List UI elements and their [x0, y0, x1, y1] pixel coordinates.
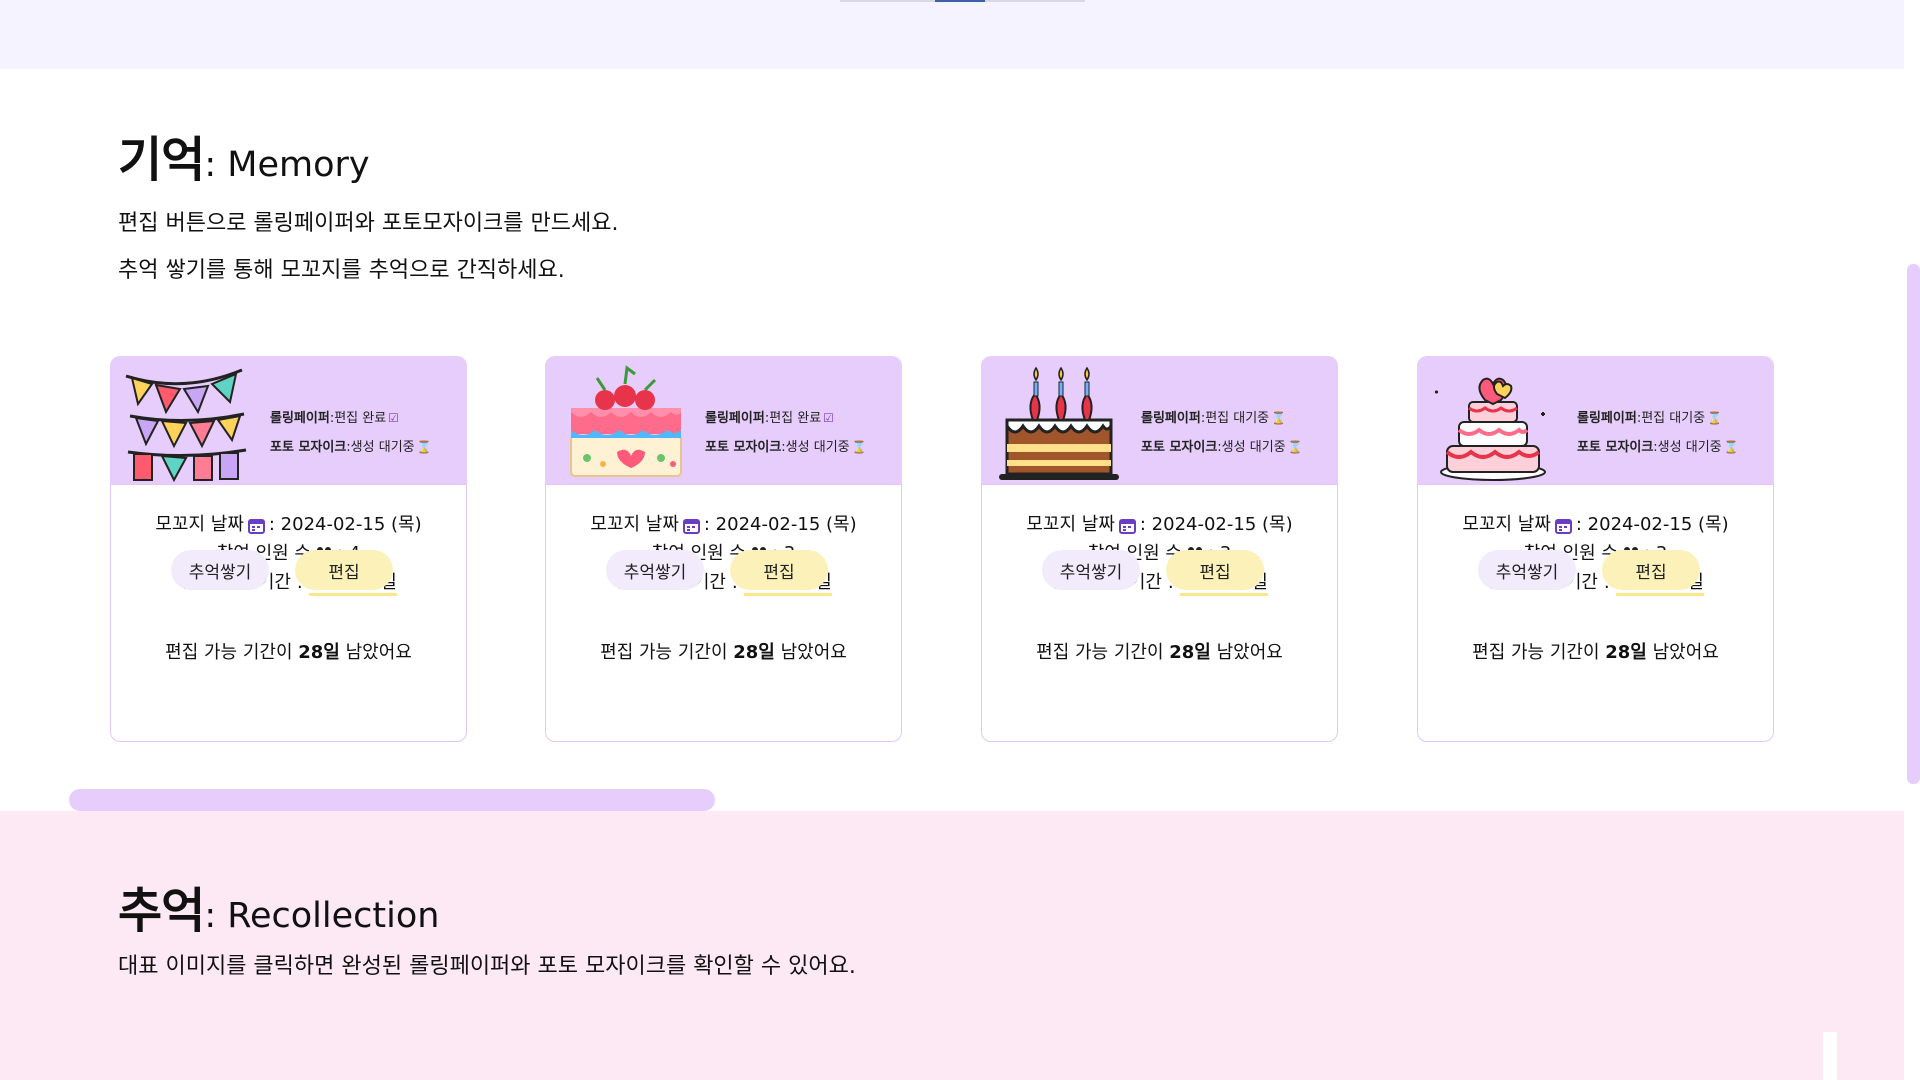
- card-header: 롤링페이퍼:편집 완료 ☑ 포토 모자이크:생성 대기중 ⌛: [110, 356, 467, 484]
- photo-mosaic-status: 포토 모자이크:생성 대기중 ⌛: [1141, 440, 1303, 455]
- memory-section-title: 기억: Memory: [118, 132, 370, 188]
- cherry-cake-icon[interactable]: [557, 364, 687, 482]
- cards-horizontal-scrollbar[interactable]: [69, 789, 715, 811]
- memory-card: 롤링페이퍼:편집 대기중 ⌛ 포토 모자이크:생성 대기중 ⌛ 모꼬지 날짜: 20…: [981, 356, 1338, 742]
- photo-mosaic-status: 포토 모자이크:생성 대기중 ⌛: [705, 440, 867, 455]
- memory-description-1: 편집 버튼으로 롤링페이퍼와 포토모자이크를 만드세요.: [118, 211, 619, 236]
- top-band: [0, 0, 1904, 69]
- content-placeholder: [1823, 1032, 1837, 1080]
- participants-line: 참여 인원 수: 3: [1418, 539, 1773, 565]
- date-line: 모꼬지 날짜: 2024-02-15 (목): [1026, 514, 1293, 535]
- page-vertical-scrollbar[interactable]: [1907, 264, 1920, 784]
- birthday-cake-icon[interactable]: [993, 364, 1123, 482]
- card-body: 모꼬지 날짜: 2024-02-15 (목) 참여 인원 수: 3 편집 가능 …: [545, 484, 902, 742]
- card-body: 모꼬지 날짜: 2024-02-15 (목) 참여 인원 수: 3 편집 가능 …: [1417, 484, 1774, 742]
- card-header: 롤링페이퍼:편집 대기중 ⌛ 포토 모자이크:생성 대기중 ⌛: [1417, 356, 1774, 484]
- hourglass-icon: ⌛: [1723, 440, 1739, 454]
- calendar-icon: [1554, 518, 1572, 534]
- hourglass-icon: ⌛: [416, 440, 432, 454]
- rolling-paper-status: 롤링페이퍼:편집 완료 ☑: [705, 411, 834, 426]
- date-line: 모꼬지 날짜: 2024-02-15 (목): [155, 514, 422, 535]
- period-line: 편집 가능 기간 : ~3월 15일: [982, 568, 1337, 596]
- recollection-section-title: 추억: Recollection: [118, 883, 440, 939]
- calendar-icon: [682, 518, 700, 534]
- photo-mosaic-status: 포토 모자이크:생성 대기중 ⌛: [1577, 440, 1739, 455]
- check-icon: ☑: [388, 411, 399, 425]
- calendar-icon: [247, 518, 265, 534]
- card-body: 모꼬지 날짜: 2024-02-15 (목) 참여 인원 수: 4 편집 가능 …: [110, 484, 467, 742]
- memory-button[interactable]: 추억쌓기: [606, 550, 704, 590]
- active-tab-indicator: [935, 0, 985, 2]
- memory-card: 롤링페이퍼:편집 완료 ☑ 포토 모자이크:생성 대기중 ⌛ 모꼬지 날짜: 202…: [110, 356, 467, 742]
- edit-button[interactable]: 편집: [295, 550, 393, 590]
- remaining-line: 편집 가능 기간이 28일 남았어요: [600, 642, 847, 663]
- rolling-paper-status: 롤링페이퍼:편집 대기중 ⌛: [1141, 411, 1287, 426]
- memory-description-2: 추억 쌓기를 통해 모꼬지를 추억으로 간직하세요.: [118, 258, 565, 283]
- card-body: 모꼬지 날짜: 2024-02-15 (목) 참여 인원 수: 3 편집 가능 …: [981, 484, 1338, 742]
- hourglass-icon: ⌛: [1707, 411, 1723, 425]
- period-line: 편집 가능 기간 : ~3월 15일: [546, 568, 901, 596]
- calendar-icon: [1118, 518, 1136, 534]
- photo-mosaic-status: 포토 모자이크:생성 대기중 ⌛: [270, 440, 432, 455]
- period-line: 편집 가능 기간 : ~3월 15일: [1418, 568, 1773, 596]
- edit-button[interactable]: 편집: [1602, 550, 1700, 590]
- recollection-description: 대표 이미지를 클릭하면 완성된 롤링페이퍼와 포토 모자이크를 확인할 수 있…: [118, 954, 856, 979]
- remaining-line: 편집 가능 기간이 28일 남았어요: [1036, 642, 1283, 663]
- edit-button[interactable]: 편집: [1166, 550, 1264, 590]
- memory-button[interactable]: 추억쌓기: [1042, 550, 1140, 590]
- rolling-paper-status: 롤링페이퍼:편집 완료 ☑: [270, 411, 399, 426]
- rolling-paper-status: 롤링페이퍼:편집 대기중 ⌛: [1577, 411, 1723, 426]
- memory-card: 롤링페이퍼:편집 완료 ☑ 포토 모자이크:생성 대기중 ⌛ 모꼬지 날짜: 202…: [545, 356, 902, 742]
- memory-button[interactable]: 추억쌓기: [1478, 550, 1576, 590]
- participants-line: 참여 인원 수: 4: [111, 539, 466, 565]
- period-line: 편집 가능 기간 : ~3월 15일: [111, 568, 466, 596]
- remaining-line: 편집 가능 기간이 28일 남았어요: [165, 642, 412, 663]
- participants-line: 참여 인원 수: 3: [982, 539, 1337, 565]
- check-icon: ☑: [823, 411, 834, 425]
- date-line: 모꼬지 날짜: 2024-02-15 (목): [590, 514, 857, 535]
- hourglass-icon: ⌛: [1287, 440, 1303, 454]
- participants-line: 참여 인원 수: 3: [546, 539, 901, 565]
- card-header: 롤링페이퍼:편집 완료 ☑ 포토 모자이크:생성 대기중 ⌛: [545, 356, 902, 484]
- remaining-line: 편집 가능 기간이 28일 남았어요: [1472, 642, 1719, 663]
- hourglass-icon: ⌛: [851, 440, 867, 454]
- wedding-cake-icon[interactable]: [1429, 364, 1559, 482]
- memory-button[interactable]: 추억쌓기: [171, 550, 269, 590]
- edit-button[interactable]: 편집: [730, 550, 828, 590]
- memory-card: 롤링페이퍼:편집 대기중 ⌛ 포토 모자이크:생성 대기중 ⌛ 모꼬지 날짜: 20…: [1417, 356, 1774, 742]
- card-header: 롤링페이퍼:편집 대기중 ⌛ 포토 모자이크:생성 대기중 ⌛: [981, 356, 1338, 484]
- bunting-icon[interactable]: [122, 364, 252, 482]
- recollection-section: 추억: Recollection 대표 이미지를 클릭하면 완성된 롤링페이퍼와…: [0, 811, 1904, 1080]
- hourglass-icon: ⌛: [1271, 411, 1287, 425]
- date-line: 모꼬지 날짜: 2024-02-15 (목): [1462, 514, 1729, 535]
